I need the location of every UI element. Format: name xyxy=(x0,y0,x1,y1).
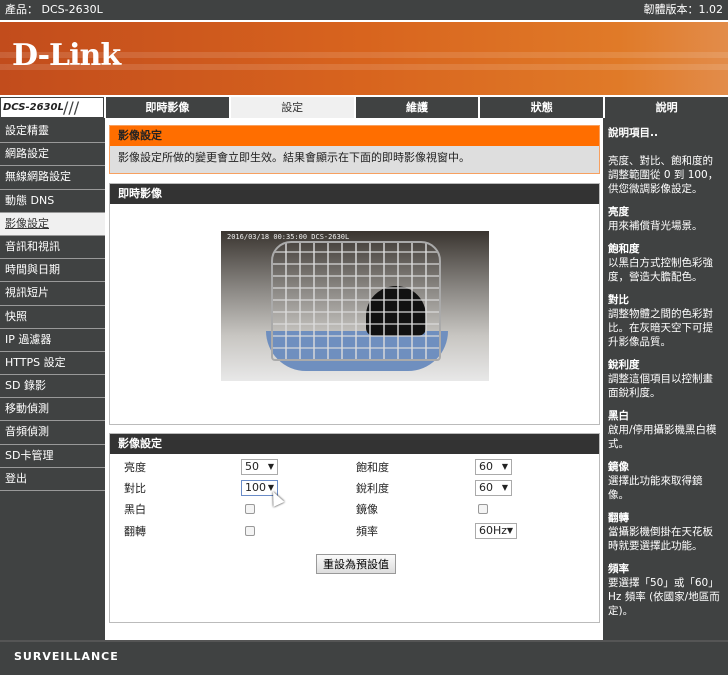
sidebar-item-wizard[interactable]: 設定精靈 xyxy=(0,120,105,144)
help-intro: 亮度、對比、飽和度的調整範圍從 0 到 100，供您微調影像設定。 xyxy=(608,155,719,195)
sidebar-item-sd-management[interactable]: SD卡管理 xyxy=(0,445,105,468)
help-term: 亮度 xyxy=(608,206,629,218)
sidebar-item-logout[interactable]: 登出 xyxy=(0,468,105,491)
mirror-label: 鏡像 xyxy=(356,503,378,516)
live-video-panel: 即時影像 2016/03/18 00:35:00 DCS-2630L xyxy=(109,183,600,425)
sidebar-item-sound-detection[interactable]: 音頻偵測 xyxy=(0,421,105,445)
sidebar-item-motion-detection[interactable]: 移動偵測 xyxy=(0,398,105,422)
chevron-down-icon: ▼ xyxy=(506,526,513,535)
brightness-select[interactable]: 50 ▼ xyxy=(241,459,278,475)
reset-defaults-button[interactable]: 重設為預設值 xyxy=(316,554,396,574)
tab-setup[interactable]: 設定 xyxy=(230,97,354,118)
sidebar-item-image-setup[interactable]: 影像設定 xyxy=(0,212,105,236)
help-title: 說明項目.. xyxy=(608,127,658,139)
flip-checkbox[interactable] xyxy=(245,526,255,536)
sidebar-item-ddns[interactable]: 動態 DNS xyxy=(0,190,105,213)
help-term: 銳利度 xyxy=(608,359,640,371)
intro-text: 影像設定所做的變更會立即生效。結果會顯示在下面的即時影像視窗中。 xyxy=(110,146,599,173)
mirror-checkbox[interactable] xyxy=(478,504,488,514)
saturation-label: 飽和度 xyxy=(356,461,389,474)
tab-maintenance[interactable]: 維護 xyxy=(355,97,479,118)
sharpness-select[interactable]: 60 ▼ xyxy=(475,480,512,496)
help-term: 對比 xyxy=(608,294,629,306)
flip-label: 翻轉 xyxy=(124,525,146,538)
contrast-value: 100 xyxy=(245,481,266,494)
top-bar: 產品： DCS-2630L 韌體版本：1.02 xyxy=(0,0,728,20)
help-term: 黑白 xyxy=(608,410,629,422)
help-panel: 說明項目.. 亮度、對比、飽和度的調整範圍從 0 到 100，供您微調影像設定。… xyxy=(603,118,728,640)
help-desc: 選擇此功能來取得鏡像。 xyxy=(608,475,703,501)
help-desc: 以黑白方式控制色彩強度，營造大膽配色。 xyxy=(608,257,713,283)
tab-live-video[interactable]: 即時影像 xyxy=(106,97,229,118)
intro-panel: 影像設定 影像設定所做的變更會立即生效。結果會顯示在下面的即時影像視窗中。 xyxy=(109,125,600,174)
product-label: 產品： DCS-2630L xyxy=(5,3,103,16)
saturation-select[interactable]: 60 ▼ xyxy=(475,459,512,475)
sidebar-item-snapshot[interactable]: 快照 xyxy=(0,306,105,329)
firmware-label: 韌體版本：1.02 xyxy=(643,3,724,16)
sidebar: 設定精靈 網路設定 無線網路設定 動態 DNS 影像設定 音訊和視訊 時間與日期… xyxy=(0,118,105,640)
sharpness-value: 60 xyxy=(479,481,493,494)
image-settings-title: 影像設定 xyxy=(110,434,599,454)
bw-checkbox[interactable] xyxy=(245,504,255,514)
sidebar-item-sd-recording[interactable]: SD 錄影 xyxy=(0,375,105,399)
help-desc: 用來補償背光場景。 xyxy=(608,220,703,232)
sidebar-item-network[interactable]: 網路設定 xyxy=(0,143,105,167)
content: 影像設定 影像設定所做的變更會立即生效。結果會顯示在下面的即時影像視窗中。 即時… xyxy=(106,118,603,640)
saturation-value: 60 xyxy=(479,460,493,473)
brightness-label: 亮度 xyxy=(124,461,146,474)
contrast-label: 對比 xyxy=(124,482,146,495)
intro-title: 影像設定 xyxy=(110,126,599,146)
help-desc: 要選擇「50」或「60」Hz 頻率 (依國家/地區而定)。 xyxy=(608,577,720,617)
frequency-value: 60Hz xyxy=(479,524,508,537)
footer: SURVEILLANCE xyxy=(0,640,728,675)
main-tabs: DCS-2630L 即時影像 設定 維護 狀態 說明 xyxy=(0,97,728,118)
help-term: 翻轉 xyxy=(608,512,629,524)
tab-help[interactable]: 說明 xyxy=(605,97,728,118)
live-video-image: 2016/03/18 00:35:00 DCS-2630L xyxy=(221,231,489,381)
dlink-logo: D-Link xyxy=(12,38,121,73)
banner: D-Link xyxy=(0,22,728,95)
help-desc: 調整物體之間的色彩對比。在灰暗天空下可提升影像品質。 xyxy=(608,308,713,348)
frequency-label: 頻率 xyxy=(356,525,378,538)
brightness-value: 50 xyxy=(245,460,259,473)
chevron-down-icon: ▼ xyxy=(267,462,274,471)
sidebar-item-time-date[interactable]: 時間與日期 xyxy=(0,259,105,283)
chevron-down-icon: ▼ xyxy=(501,462,508,471)
frequency-select[interactable]: 60Hz ▼ xyxy=(475,523,517,539)
help-desc: 啟用/停用攝影機黑白模式。 xyxy=(608,424,717,450)
help-term: 飽和度 xyxy=(608,243,640,255)
sidebar-item-wireless[interactable]: 無線網路設定 xyxy=(0,166,105,190)
bw-label: 黑白 xyxy=(124,503,146,516)
live-video-title: 即時影像 xyxy=(110,184,599,204)
sharpness-label: 銳利度 xyxy=(356,482,389,495)
help-term: 頻率 xyxy=(608,563,629,575)
help-desc: 調整這個項目以控制畫面銳利度。 xyxy=(608,373,713,399)
chevron-down-icon: ▼ xyxy=(501,483,508,492)
sidebar-item-video-clip[interactable]: 視訊短片 xyxy=(0,282,105,306)
help-term: 鏡像 xyxy=(608,461,629,473)
sidebar-item-audio-video[interactable]: 音訊和視訊 xyxy=(0,236,105,260)
model-badge: DCS-2630L xyxy=(0,97,104,118)
help-desc: 當攝影機倒掛在天花板時就要選擇此功能。 xyxy=(608,526,713,552)
image-settings-panel: 影像設定 亮度 50 ▼ 飽和度 60 ▼ 對比 100 ▼ 銳利度 60 ▼ 黑白 鏡… xyxy=(109,433,600,623)
video-timestamp: 2016/03/18 00:35:00 DCS-2630L xyxy=(227,233,350,241)
sidebar-item-https[interactable]: HTTPS 設定 xyxy=(0,352,105,376)
tab-status[interactable]: 狀態 xyxy=(480,97,604,118)
sidebar-item-ip-filter[interactable]: IP 過濾器 xyxy=(0,329,105,352)
